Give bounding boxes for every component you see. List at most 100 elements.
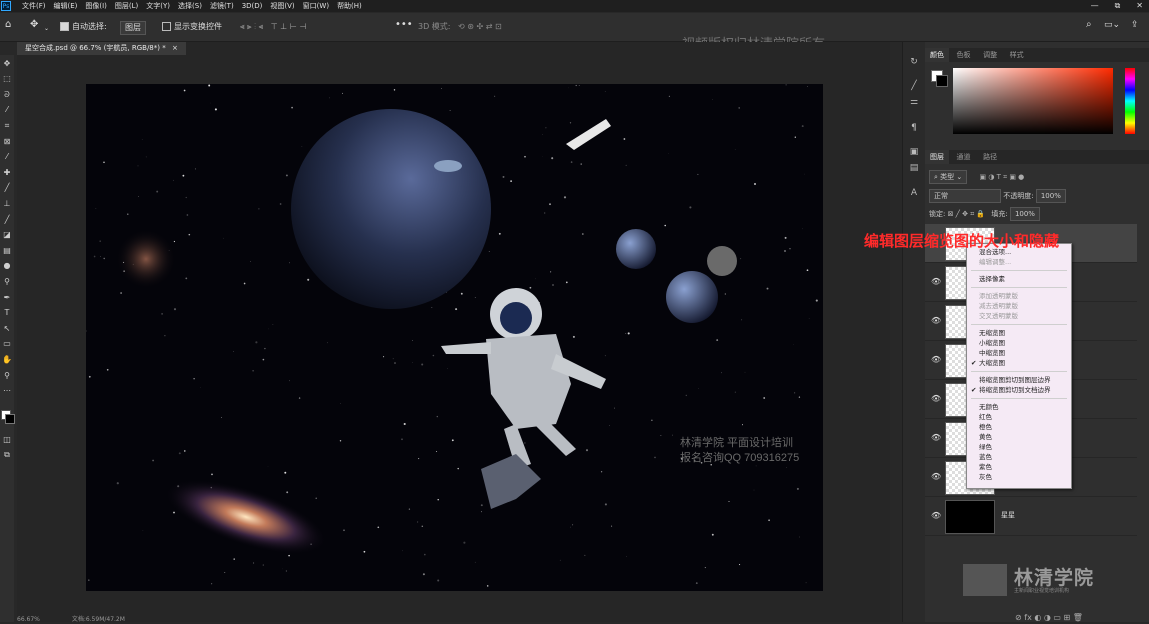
layer-filter-icons[interactable]: ▣ ◑ T ⌗ ▣ ● [979,173,1024,181]
tab-paths[interactable]: 路径 [978,150,1002,164]
more-tools-icon[interactable]: ⋯ [2,386,12,396]
menu-intersect-transparency-mask[interactable]: 交叉透明蒙版 [979,312,1018,320]
background-color-swatch[interactable] [5,414,15,424]
eye-icon[interactable]: 👁 [931,316,941,325]
more-icon[interactable]: ••• [395,19,413,31]
menu-small-thumbnail[interactable]: 小缩览图 [979,339,1005,347]
menu-layer[interactable]: 图层(L) [115,0,138,12]
menu-add-transparency-mask[interactable]: 添加透明蒙版 [979,292,1018,300]
menu-color-green[interactable]: 绿色 [979,443,992,451]
layer-filter-dropdown[interactable]: ⌕ 类型 ⌄ [929,170,967,184]
dodge-tool-icon[interactable]: ⚲ [2,277,12,287]
menu-color-none[interactable]: 无颜色 [979,403,999,411]
menu-color-violet[interactable]: 紫色 [979,463,992,471]
menu-view[interactable]: 视图(V) [270,0,294,12]
adjust-icon[interactable]: ⚌ [908,96,920,108]
history-brush-icon[interactable]: ╱ [2,215,12,225]
menu-window[interactable]: 窗口(W) [303,0,329,12]
menu-large-thumbnail[interactable]: 大缩览图 [979,359,1005,367]
document-tab[interactable]: 星空合成.psd @ 66.7% (宇航员, RGB/8*) * × [17,42,186,55]
menu-edit-adjustment[interactable]: 编辑调整... [979,258,1011,266]
gradient-tool-icon[interactable]: ▤ [2,246,12,256]
menu-file[interactable]: 文件(F) [22,0,46,12]
tab-swatches[interactable]: 色板 [952,48,976,62]
restore-button[interactable]: ⧉ [1115,0,1121,12]
tab-layers[interactable]: 图层 [925,150,949,164]
menu-medium-thumbnail[interactable]: 中缩览图 [979,349,1005,357]
menu-edit[interactable]: 编辑(E) [54,0,78,12]
color-picker-field[interactable] [953,68,1113,134]
menu-filter[interactable]: 滤镜(T) [210,0,234,12]
background-swatch[interactable] [936,75,948,87]
tab-styles[interactable]: 样式 [1005,48,1029,62]
menu-help[interactable]: 帮助(H) [337,0,362,12]
paragraph-icon[interactable]: ¶ [908,122,920,134]
eraser-tool-icon[interactable]: ◪ [2,230,12,240]
character-icon[interactable]: A [908,187,920,199]
menu-type[interactable]: 文字(Y) [146,0,170,12]
eyedropper-tool-icon[interactable]: ⁄ [2,152,12,162]
minimize-button[interactable]: — [1091,0,1099,12]
libraries-icon[interactable]: ▤ [908,162,920,174]
show-transform-checkbox[interactable]: 显示变换控件 [162,21,222,33]
opacity-input[interactable]: 100% [1036,189,1066,203]
menu-color-orange[interactable]: 橙色 [979,423,992,431]
menu-no-thumbnail[interactable]: 无缩览图 [979,329,1005,337]
menu-color-gray[interactable]: 灰色 [979,473,992,481]
blend-mode-dropdown[interactable]: 正常 [929,189,1001,203]
menu-subtract-transparency-mask[interactable]: 减去透明蒙版 [979,302,1018,310]
quick-mask-icon[interactable]: ◫ [2,435,12,445]
healing-tool-icon[interactable]: ✚ [2,168,12,178]
menu-3d[interactable]: 3D(D) [242,0,263,12]
lasso-tool-icon[interactable]: ᘐ [2,90,12,100]
align-icons[interactable]: ⫷ ⫸ ⫶ ⫷ ⊤ ⊥ ⊢ ⊣ [240,21,306,33]
layer-panel-footer-icons[interactable]: ⊘ fx ◐ ◑ ▭ ⊞ 🗑 [1015,612,1149,624]
move-tool-icon[interactable]: ✥ [2,59,12,69]
brush-tool-icon[interactable]: ╱ [2,183,12,193]
3d-tools-icons[interactable]: ⟲ ⊛ ✣ ⇄ ⊡ [458,21,502,33]
eye-icon[interactable]: 👁 [931,433,941,442]
marquee-tool-icon[interactable]: ⬚ [2,74,12,84]
eye-icon[interactable]: 👁 [931,511,941,520]
pen-tool-icon[interactable]: ✒ [2,293,12,303]
brush-settings-icon[interactable]: ╱ [908,80,920,92]
menu-select[interactable]: 选择(S) [178,0,202,12]
type-tool-icon[interactable]: T [2,308,12,318]
layer-thumbnail[interactable] [945,500,995,534]
hue-slider[interactable] [1125,68,1135,134]
frame-tool-icon[interactable]: ⊠ [2,137,12,147]
blur-tool-icon[interactable]: ● [2,261,12,271]
eye-icon[interactable]: 👁 [931,394,941,403]
move-icon[interactable]: ✥ [30,19,38,31]
quick-select-tool-icon[interactable]: ⁄ [2,105,12,115]
rectangle-tool-icon[interactable]: ▭ [2,339,12,349]
workspace-icon[interactable]: ▭⌄ [1104,19,1120,31]
stamp-tool-icon[interactable]: ⊥ [2,199,12,209]
document-canvas[interactable]: 林清学院 平面设计培训 报名咨询QQ 709316275 [86,84,823,591]
auto-select-checkbox[interactable]: 自动选择: [60,21,107,33]
menu-color-blue[interactable]: 蓝色 [979,453,992,461]
chevron-down-icon[interactable]: ⌄ [44,23,49,35]
home-icon[interactable]: ⌂ [5,19,11,31]
layer-row-stars[interactable]: 👁 星星 [925,497,1137,536]
tab-color[interactable]: 颜色 [925,48,949,62]
properties-icon[interactable]: ▣ [908,146,920,158]
menu-select-pixels[interactable]: 选择像素 [979,275,1005,283]
menu-color-yellow[interactable]: 黄色 [979,433,992,441]
menu-color-red[interactable]: 红色 [979,413,992,421]
auto-select-dropdown[interactable]: 图层 [120,21,146,35]
screen-mode-icon[interactable]: ⧉ [2,450,12,460]
share-icon[interactable]: ⇪ [1131,19,1139,31]
tab-close-icon[interactable]: × [172,44,178,52]
lock-icons[interactable]: ⊠ ╱ ✥ ⌗ 🔒 [948,210,986,218]
crop-tool-icon[interactable]: ⌗ [2,121,12,131]
path-select-tool-icon[interactable]: ↖ [2,324,12,334]
tab-channels[interactable]: 通道 [952,150,976,164]
eye-icon[interactable]: 👁 [931,355,941,364]
close-button[interactable]: ✕ [1136,0,1143,12]
menu-clip-to-layer-bounds[interactable]: 将缩览图剪切到图层边界 [979,376,1051,384]
fill-input[interactable]: 100% [1010,207,1040,221]
eye-icon[interactable]: 👁 [931,472,941,481]
eye-icon[interactable]: 👁 [931,277,941,286]
zoom-tool-icon[interactable]: ⚲ [2,371,12,381]
